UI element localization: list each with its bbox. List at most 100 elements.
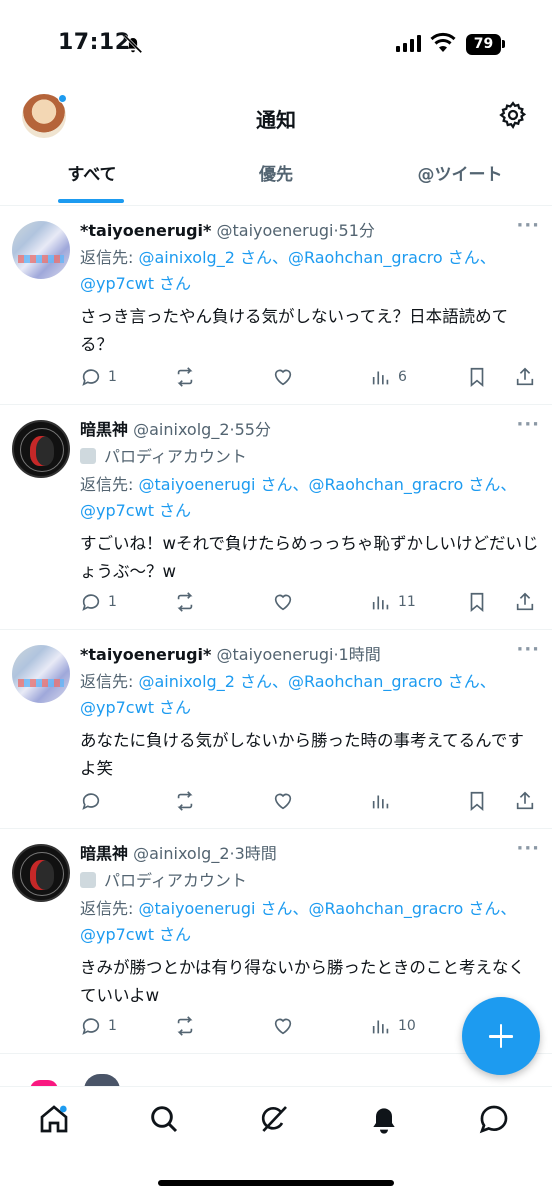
- timestamp: 1時間: [338, 645, 381, 664]
- more-options-icon[interactable]: ···: [516, 840, 540, 858]
- reply-context: 返信先: @ainixolg_2 さん、@Raohchan_gracro さん、…: [80, 669, 540, 721]
- silent-mode-icon: [123, 34, 143, 54]
- wifi-icon: [430, 32, 456, 52]
- tweet-item[interactable]: *taiyoenerugi* @taiyoenerugi·51分 ··· 返信先…: [0, 207, 552, 405]
- bookmark-icon: [470, 367, 484, 388]
- compose-post-button[interactable]: [462, 997, 540, 1075]
- bookmark-button[interactable]: [466, 789, 488, 813]
- retweet-button[interactable]: [174, 365, 196, 389]
- views-button[interactable]: 10: [370, 1014, 416, 1038]
- header: 通知: [0, 88, 552, 148]
- reply-count: 1: [108, 594, 117, 610]
- cellular-signal-icon: [396, 34, 421, 52]
- handle[interactable]: @ainixolg_2: [133, 844, 229, 863]
- retweet-icon: [177, 592, 193, 612]
- settings-gear-icon[interactable]: [498, 100, 528, 130]
- home-indicator: [158, 1180, 394, 1186]
- share-button[interactable]: [514, 590, 536, 614]
- handle[interactable]: @taiyoenerugi: [217, 645, 334, 664]
- like-button[interactable]: [272, 1014, 294, 1038]
- bookmark-button[interactable]: [466, 365, 488, 389]
- messages-icon[interactable]: [478, 1103, 510, 1135]
- tweet-actions: 1 11: [80, 590, 540, 614]
- reply-icon: [82, 594, 100, 611]
- display-name[interactable]: 暗黒神: [80, 420, 128, 439]
- reply-icon: [82, 369, 100, 386]
- reply-mention-links[interactable]: @ainixolg_2 さん、@Raohchan_gracro さん、@yp7c…: [80, 672, 496, 717]
- display-name[interactable]: *taiyoenerugi*: [80, 645, 211, 664]
- timestamp: 55分: [234, 420, 271, 439]
- tweet-item[interactable]: 暗黒神 @ainixolg_2·55分 ··· パロディアカウント 返信先: @…: [0, 406, 552, 630]
- search-icon[interactable]: [148, 1103, 180, 1135]
- notifications-icon[interactable]: [368, 1103, 400, 1135]
- retweet-button[interactable]: [174, 1014, 196, 1038]
- battery-icon: 79: [466, 33, 506, 55]
- tweet-actions: [80, 789, 540, 813]
- reply-context: 返信先: @ainixolg_2 さん、@Raohchan_gracro さん、…: [80, 245, 540, 297]
- tweet-item[interactable]: *taiyoenerugi* @taiyoenerugi·1時間 ··· 返信先…: [0, 631, 552, 829]
- share-icon: [516, 367, 534, 386]
- like-button[interactable]: [272, 590, 294, 614]
- heart-icon: [274, 1018, 292, 1035]
- parody-account-label: パロディアカウント: [80, 444, 540, 470]
- reply-button[interactable]: 1: [80, 590, 117, 614]
- tab-mentions[interactable]: @ツイート: [368, 150, 552, 205]
- timestamp: 51分: [338, 221, 375, 240]
- bookmark-icon: [470, 791, 484, 812]
- share-icon: [516, 791, 534, 810]
- handle[interactable]: @taiyoenerugi: [217, 221, 334, 240]
- reply-button[interactable]: 1: [80, 365, 117, 389]
- tab-priority[interactable]: 優先: [184, 150, 368, 205]
- reply-mention-links[interactable]: @ainixolg_2 さん、@Raohchan_gracro さん、@yp7c…: [80, 248, 496, 293]
- views-button[interactable]: 6: [370, 365, 407, 389]
- bookmark-icon: [470, 592, 484, 613]
- analytics-icon: [372, 1020, 389, 1034]
- retweet-button[interactable]: [174, 789, 196, 813]
- notification-tabs: すべて 優先 @ツイート: [0, 150, 552, 206]
- reply-prefix: 返信先:: [80, 899, 139, 918]
- like-button[interactable]: [272, 789, 294, 813]
- battery-level: 79: [466, 33, 501, 55]
- reply-icon: [82, 793, 100, 810]
- retweet-button[interactable]: [174, 590, 196, 614]
- more-options-icon[interactable]: ···: [516, 217, 540, 235]
- views-button[interactable]: [370, 789, 398, 813]
- retweet-icon: [177, 367, 193, 387]
- reply-context: 返信先: @taiyoenerugi さん、@Raohchan_gracro さ…: [80, 472, 540, 524]
- views-button[interactable]: 11: [370, 590, 416, 614]
- reply-button[interactable]: [80, 789, 108, 813]
- home-icon[interactable]: [38, 1103, 70, 1135]
- reply-context: 返信先: @taiyoenerugi さん、@Raohchan_gracro さ…: [80, 896, 540, 948]
- tab-all[interactable]: すべて: [0, 150, 184, 205]
- avatar[interactable]: [12, 645, 70, 703]
- parody-mask-icon: [80, 448, 96, 464]
- parody-account-label: パロディアカウント: [80, 868, 540, 894]
- avatar[interactable]: [12, 221, 70, 279]
- display-name[interactable]: 暗黒神: [80, 844, 128, 863]
- reply-button[interactable]: 1: [80, 1014, 117, 1038]
- tweet-text: あなたに負ける気がしないから勝った時の事考えてるんですよ笑: [80, 731, 524, 778]
- share-button[interactable]: [514, 365, 536, 389]
- unread-dot: [58, 94, 67, 103]
- analytics-icon: [372, 371, 389, 385]
- more-options-icon[interactable]: ···: [516, 641, 540, 659]
- avatar[interactable]: [12, 844, 70, 902]
- timestamp: 3時間: [234, 844, 277, 863]
- parody-mask-icon: [80, 872, 96, 888]
- status-time: 17:12: [58, 30, 131, 55]
- reply-count: 1: [108, 369, 117, 385]
- reply-mention-links[interactable]: @taiyoenerugi さん、@Raohchan_gracro さん、@yp…: [80, 475, 516, 520]
- reply-mention-links[interactable]: @taiyoenerugi さん、@Raohchan_gracro さん、@yp…: [80, 899, 516, 944]
- analytics-icon: [372, 596, 389, 610]
- share-button[interactable]: [514, 789, 536, 813]
- analytics-icon: [372, 795, 389, 809]
- tweet-text: さっき言ったやん負ける気がしないってえ？日本語読めてる？: [80, 307, 509, 354]
- like-button[interactable]: [272, 365, 294, 389]
- handle[interactable]: @ainixolg_2: [133, 420, 229, 439]
- parody-label-text: パロディアカウント: [104, 871, 247, 890]
- bookmark-button[interactable]: [466, 590, 488, 614]
- display-name[interactable]: *taiyoenerugi*: [80, 221, 211, 240]
- grok-icon[interactable]: [258, 1103, 290, 1135]
- more-options-icon[interactable]: ···: [516, 416, 540, 434]
- avatar[interactable]: [12, 420, 70, 478]
